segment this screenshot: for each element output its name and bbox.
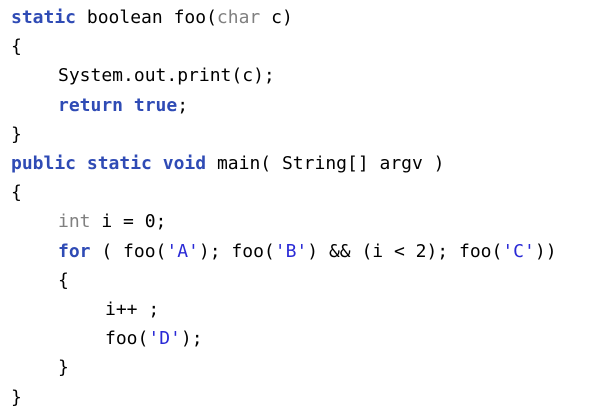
code-token-string: 'A' [166,240,199,262]
code-line: for ( foo('A'); foo('B') && (i < 2); foo… [58,239,557,265]
code-token-plain: i++ ; [105,299,160,320]
code-token-plain: c) [260,7,293,28]
code-token-plain: ) && (i < 2); foo( [307,240,503,262]
code-line: System.out.print(c); [58,63,275,89]
code-line: { [58,268,69,294]
code-token-keyword: static [11,7,77,28]
code-token-plain: } [11,386,22,408]
code-token-keyword: public [11,153,77,174]
code-token-plain: { [58,269,69,291]
code-line: int i = 0; [58,209,166,235]
code-token-string: 'D' [148,328,181,350]
code-editor[interactable]: static boolean foo(char c) { System.out.pr… [0,0,612,416]
code-token-keyword: static [86,153,152,174]
code-token-plain: ; [177,94,189,116]
code-token-plain: i = 0; [90,211,167,233]
code-token-plain: foo( [105,328,149,350]
code-line: { [11,180,22,206]
code-token-string: 'B' [274,240,308,262]
code-token-plain: ); foo( [198,240,275,262]
code-token-plain: } [58,357,69,379]
code-token-plain: boolean foo( [76,7,217,28]
code-token-keyword: true [133,94,178,116]
code-token-type-keyword: char [216,7,261,28]
code-token-plain: { [11,182,22,204]
code-token-keyword: return [58,94,124,116]
code-token-keyword: for [58,240,91,262]
code-line: static boolean foo(char c) [11,5,293,31]
code-token-type-keyword: int [58,211,91,233]
code-token-plain: main( String[] argv ) [206,153,445,174]
code-token-plain: ); [180,328,203,350]
code-line: } [11,122,22,148]
code-line: { [11,34,22,60]
code-token-plain: System.out.print(c); [58,65,275,87]
code-line: foo('D'); [105,326,203,352]
code-token-plain: ( foo( [90,240,167,262]
code-line: return true; [58,93,188,119]
code-token-keyword: void [162,153,207,174]
code-line: } [11,385,22,411]
code-token-plain: )) [534,240,557,262]
code-line: public static void main( String[] argv ) [11,151,445,177]
code-token-plain: { [11,36,22,58]
code-token-plain: } [11,123,22,145]
code-line: } [58,355,69,381]
code-token-string: 'C' [502,240,535,262]
code-line: i++ ; [105,297,159,323]
